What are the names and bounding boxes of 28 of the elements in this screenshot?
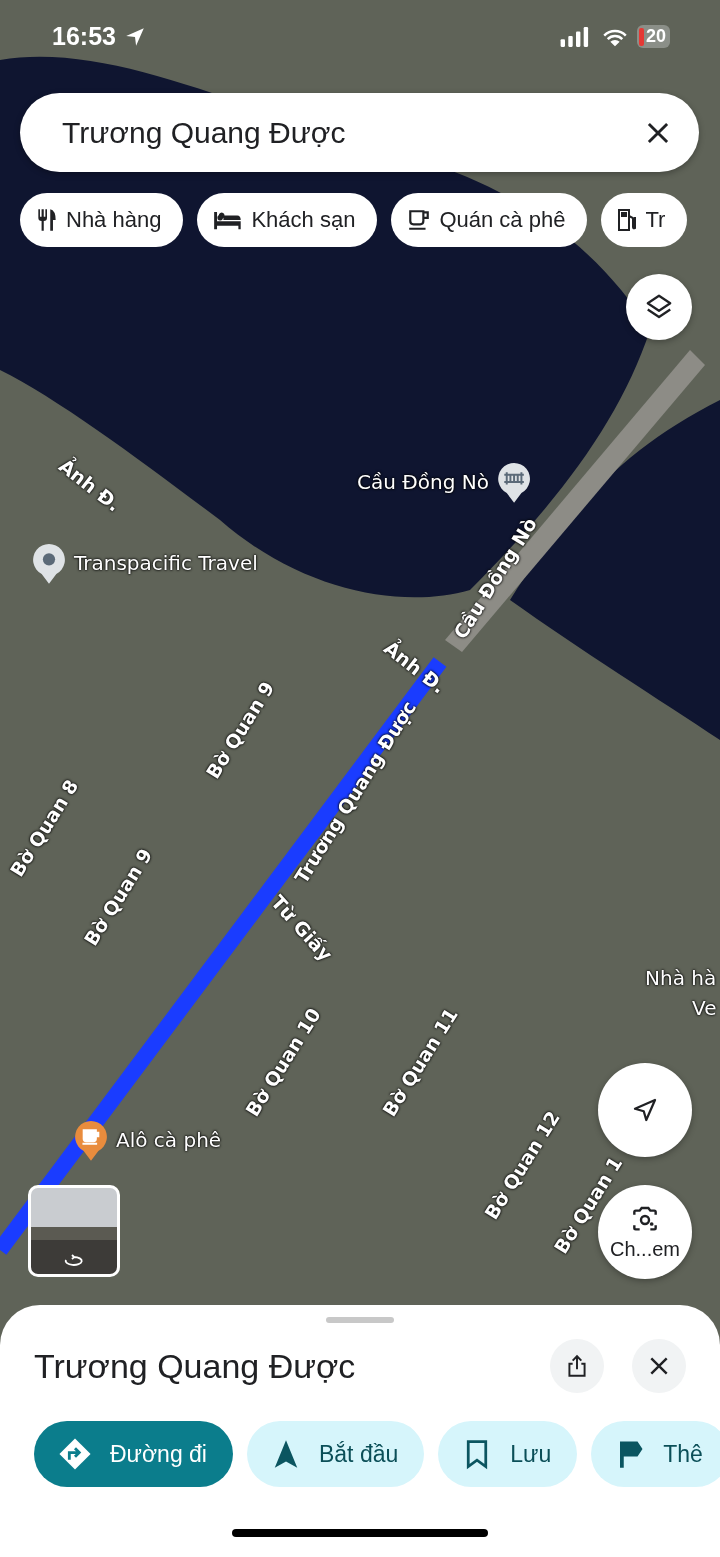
directions-icon xyxy=(58,1437,92,1471)
category-chip[interactable]: Quán cà phê xyxy=(391,193,588,247)
place-label[interactable]: Transpacific Travel xyxy=(74,551,258,575)
fork-knife-icon xyxy=(36,207,58,233)
action-button[interactable]: Lưu xyxy=(438,1421,578,1487)
bridge-pin-icon[interactable] xyxy=(495,460,533,504)
bed-icon xyxy=(213,209,244,231)
category-chip[interactable]: Nhà hàng xyxy=(20,193,184,247)
close-icon xyxy=(648,1355,670,1377)
action-button[interactable]: Đường đi xyxy=(34,1421,233,1487)
fuel-pump-icon xyxy=(617,208,638,232)
status-time: 16:53 xyxy=(52,22,116,51)
place-label: Ve xyxy=(692,996,717,1020)
action-button[interactable]: Bắt đầu xyxy=(246,1421,425,1487)
category-chip[interactable]: Khách sạn xyxy=(197,193,378,247)
map-pin-icon[interactable] xyxy=(30,541,68,585)
cafe-pin-icon[interactable] xyxy=(72,1118,110,1162)
search-field[interactable]: Trương Quang Được xyxy=(20,93,699,172)
action-button[interactable]: Thê xyxy=(591,1421,720,1487)
battery-indicator: 20 xyxy=(636,25,670,48)
cup-icon xyxy=(407,208,432,232)
street-view-thumbnail[interactable] xyxy=(28,1185,120,1277)
place-label[interactable]: Cầu Đồng Nò xyxy=(357,470,489,494)
rotate-icon xyxy=(62,1254,86,1268)
place-label[interactable]: Alô cà phê xyxy=(116,1128,222,1152)
place-label: Nhà hà xyxy=(645,966,717,990)
place-title: Trương Quang Được xyxy=(34,1346,357,1386)
drag-handle[interactable] xyxy=(326,1317,394,1323)
